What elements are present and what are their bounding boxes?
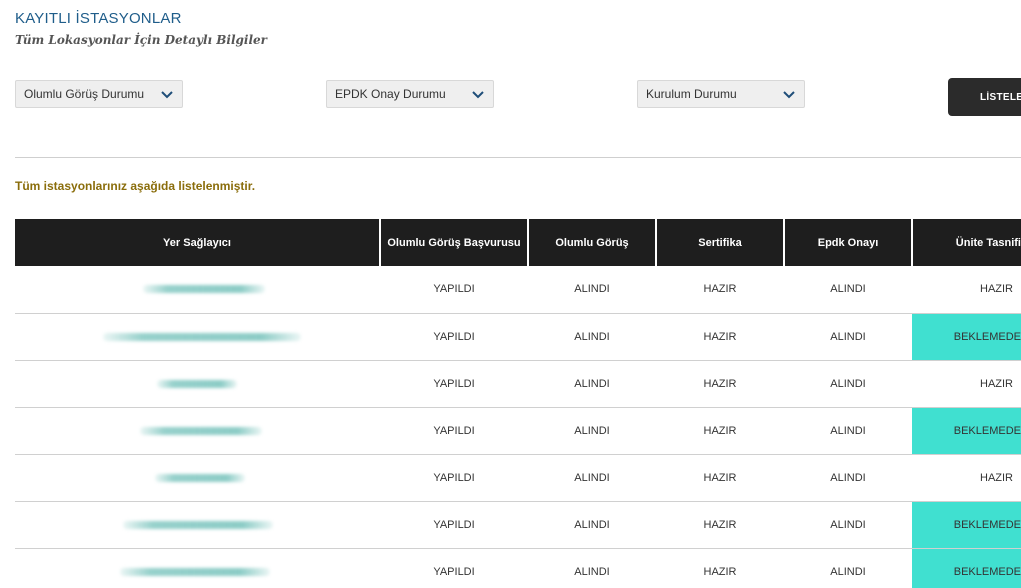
provider-cell-redacted [15, 548, 380, 588]
unit-cell: BEKLEMEDE [912, 548, 1021, 588]
table-row[interactable]: YAPILDI ALINDI HAZIR ALINDI HAZIR [15, 360, 1021, 408]
epdk-cell: ALINDI [784, 454, 912, 502]
provider-cell-redacted [15, 360, 380, 408]
epdk-cell: ALINDI [784, 548, 912, 588]
application-cell: YAPILDI [380, 548, 528, 588]
positive-opinion-filter[interactable]: Olumlu Görüş Durumu [15, 80, 183, 108]
opinion-cell: ALINDI [528, 407, 656, 455]
chevron-down-icon [472, 91, 484, 99]
list-button[interactable]: LİSTELE [948, 78, 1021, 116]
certificate-cell: HAZIR [656, 360, 784, 408]
provider-cell-redacted [15, 501, 380, 549]
table-header-row: Yer Sağlayıcı Olumlu Görüş Başvurusu Olu… [15, 219, 1021, 266]
column-header-certificate[interactable]: Sertifika [656, 219, 785, 266]
application-cell: YAPILDI [380, 360, 528, 408]
epdk-cell: ALINDI [784, 407, 912, 455]
unit-cell: BEKLEMEDE [912, 407, 1021, 455]
unit-cell: HAZIR [912, 266, 1021, 314]
table-row[interactable]: YAPILDI ALINDI HAZIR ALINDI BEKLEMEDE [15, 501, 1021, 549]
installation-status-filter[interactable]: Kurulum Durumu [637, 80, 805, 108]
application-cell: YAPILDI [380, 454, 528, 502]
certificate-cell: HAZIR [656, 501, 784, 549]
certificate-cell: HAZIR [656, 407, 784, 455]
divider [15, 157, 1021, 158]
table-row[interactable]: YAPILDI ALINDI HAZIR ALINDI BEKLEMEDE [15, 313, 1021, 361]
provider-cell-redacted [15, 266, 380, 314]
unit-cell: HAZIR [912, 454, 1021, 502]
unit-cell: BEKLEMEDE [912, 501, 1021, 549]
table-row[interactable]: YAPILDI ALINDI HAZIR ALINDI BEKLEMEDE [15, 407, 1021, 455]
column-header-application[interactable]: Olumlu Görüş Başvurusu [380, 219, 529, 266]
provider-cell-redacted [15, 454, 380, 502]
provider-cell-redacted [15, 407, 380, 455]
chevron-down-icon [161, 91, 173, 99]
epdk-approval-filter-value: EPDK Onay Durumu [335, 87, 446, 101]
list-notice: Tüm istasyonlarınız aşağıda listelenmişt… [15, 179, 256, 193]
table-row[interactable]: YAPILDI ALINDI HAZIR ALINDI BEKLEMEDE [15, 548, 1021, 588]
epdk-cell: ALINDI [784, 266, 912, 314]
certificate-cell: HAZIR [656, 548, 784, 588]
column-header-opinion[interactable]: Olumlu Görüş [528, 219, 657, 266]
page: KAYITLI İSTASYONLAR Tüm Lokasyonlar İçin… [0, 0, 1021, 588]
certificate-cell: HAZIR [656, 313, 784, 361]
certificate-cell: HAZIR [656, 454, 784, 502]
table-row[interactable]: YAPILDI ALINDI HAZIR ALINDI HAZIR [15, 266, 1021, 314]
application-cell: YAPILDI [380, 407, 528, 455]
opinion-cell: ALINDI [528, 454, 656, 502]
opinion-cell: ALINDI [528, 501, 656, 549]
page-title: KAYITLI İSTASYONLAR [15, 10, 182, 27]
stations-table: Yer Sağlayıcı Olumlu Görüş Başvurusu Olu… [15, 219, 1021, 588]
epdk-cell: ALINDI [784, 360, 912, 408]
epdk-cell: ALINDI [784, 501, 912, 549]
column-header-provider[interactable]: Yer Sağlayıcı [15, 219, 381, 266]
provider-cell-redacted [15, 313, 380, 361]
opinion-cell: ALINDI [528, 313, 656, 361]
positive-opinion-filter-value: Olumlu Görüş Durumu [24, 87, 145, 101]
epdk-cell: ALINDI [784, 313, 912, 361]
page-subtitle: Tüm Lokasyonlar İçin Detaylı Bilgiler [15, 33, 267, 47]
unit-cell: HAZIR [912, 360, 1021, 408]
application-cell: YAPILDI [380, 501, 528, 549]
application-cell: YAPILDI [380, 266, 528, 314]
installation-status-filter-value: Kurulum Durumu [646, 87, 737, 101]
chevron-down-icon [783, 91, 795, 99]
application-cell: YAPILDI [380, 313, 528, 361]
opinion-cell: ALINDI [528, 548, 656, 588]
unit-cell: BEKLEMEDE [912, 313, 1021, 361]
opinion-cell: ALINDI [528, 266, 656, 314]
column-header-unit[interactable]: Ünite Tasnifi [912, 219, 1021, 266]
table-row[interactable]: YAPILDI ALINDI HAZIR ALINDI HAZIR [15, 454, 1021, 502]
epdk-approval-filter[interactable]: EPDK Onay Durumu [326, 80, 494, 108]
opinion-cell: ALINDI [528, 360, 656, 408]
column-header-epdk[interactable]: Epdk Onayı [784, 219, 913, 266]
certificate-cell: HAZIR [656, 266, 784, 314]
